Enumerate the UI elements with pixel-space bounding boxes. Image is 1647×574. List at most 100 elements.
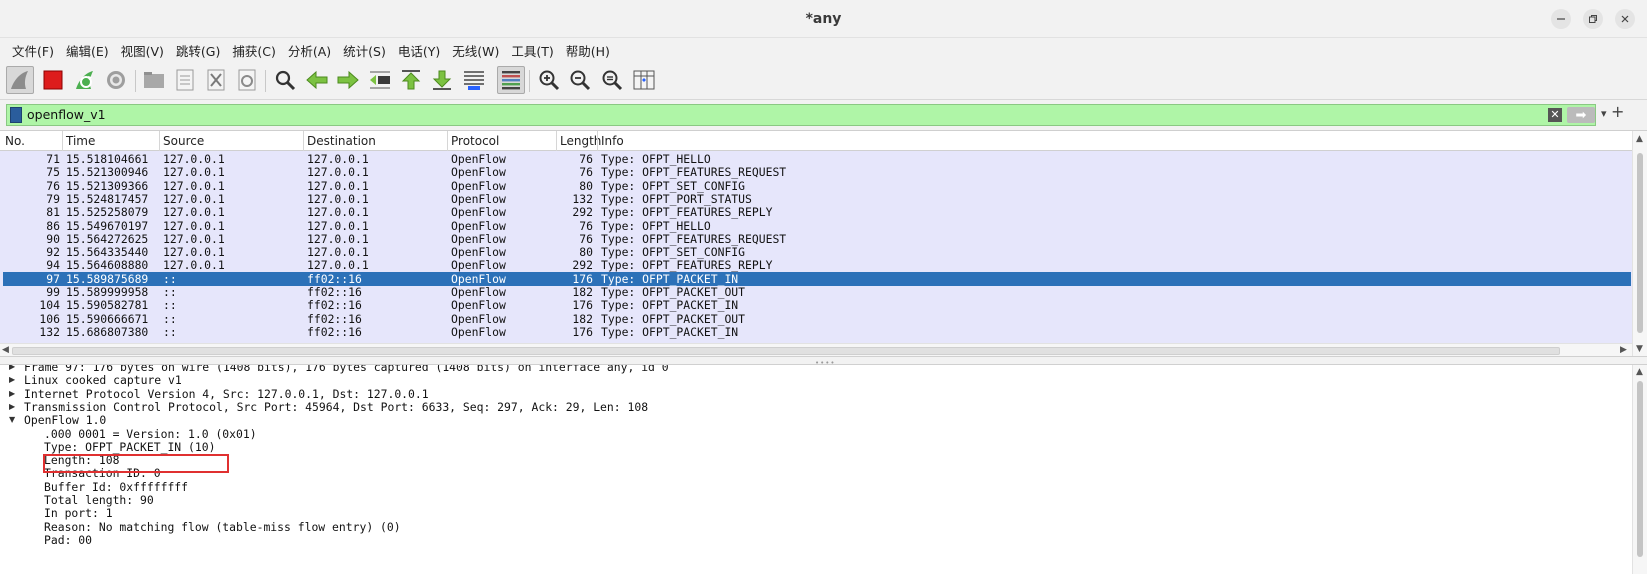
menu-item-7[interactable]: 电话(Y) [392, 41, 446, 60]
column-separator[interactable] [597, 131, 598, 151]
minimize-button[interactable] [1551, 9, 1571, 29]
packet-list-horizontal-scrollbar[interactable]: ◀ ▶ [0, 343, 1632, 357]
detail-section[interactable]: Transmission Control Protocol, Src Port:… [24, 400, 648, 414]
go-first-packet-icon [401, 70, 421, 90]
go-last-packet-button[interactable] [428, 66, 456, 94]
menu-item-5[interactable]: 分析(A) [282, 41, 337, 60]
column-header-protocol[interactable]: Protocol [451, 134, 499, 148]
chevron-right-icon[interactable]: ▶ [9, 387, 17, 401]
save-file-button[interactable] [171, 66, 199, 94]
detail-field[interactable]: Pad: 00 [44, 533, 92, 547]
resize-columns-button[interactable] [630, 66, 658, 94]
scroll-right-icon[interactable]: ▶ [1620, 345, 1627, 355]
menu-item-4[interactable]: 捕获(C) [226, 41, 281, 60]
column-header-no[interactable]: No. [5, 134, 25, 148]
table-row[interactable]: 75 15.521300946 127.0.0.1 127.0.0.1 OpenFlow… [3, 165, 1631, 179]
table-row[interactable]: 79 15.524817457 127.0.0.1 127.0.0.1 OpenFlow… [3, 192, 1631, 206]
chevron-down-icon[interactable]: ▼ [9, 413, 17, 427]
reload-file-button[interactable] [233, 66, 261, 94]
stop-capture-button[interactable] [39, 66, 67, 94]
detail-section[interactable]: Linux cooked capture v1 [24, 373, 182, 387]
pane-splitter[interactable]: •••• [0, 356, 1647, 367]
packet-details-vertical-scrollbar[interactable]: ▲ [1632, 365, 1647, 574]
scroll-left-icon[interactable]: ◀ [2, 345, 9, 355]
column-separator[interactable] [303, 131, 304, 151]
detail-field[interactable]: Reason: No matching flow (table-miss flo… [44, 520, 401, 534]
detail-field[interactable]: .000 0001 = Version: 1.0 (0x01) [44, 427, 257, 441]
table-row[interactable]: 71 15.518104661 127.0.0.1 127.0.0.1 OpenFlow… [3, 152, 1631, 166]
table-row[interactable]: 104 15.590582781:: ff02::16 OpenFlow 176 Type… [3, 298, 1631, 312]
column-header-source[interactable]: Source [163, 134, 204, 148]
chevron-right-icon[interactable]: ▶ [9, 400, 17, 414]
table-row[interactable]: 99 15.589999958:: ff02::16 OpenFlow 182 Type:… [3, 285, 1631, 299]
packet-protocol: OpenFlow [451, 324, 506, 339]
vertical-scroll-thumb[interactable] [1637, 381, 1643, 557]
go-back-button[interactable] [303, 66, 331, 94]
packet-list-vertical-scrollbar[interactable]: ▲ ▼ [1632, 131, 1647, 357]
detail-field[interactable]: In port: 1 [44, 506, 113, 520]
horizontal-scroll-thumb[interactable] [12, 347, 1560, 355]
menu-item-6[interactable]: 统计(S) [337, 41, 392, 60]
filter-text[interactable]: openflow_v1 [27, 107, 106, 122]
colorize-button[interactable] [497, 66, 525, 94]
table-row[interactable]: 86 15.549670197 127.0.0.1 127.0.0.1 OpenFlow… [3, 219, 1631, 233]
table-row[interactable]: 92 15.564335440 127.0.0.1 127.0.0.1 OpenFlow… [3, 245, 1631, 259]
table-row[interactable]: 94 15.564608880 127.0.0.1 127.0.0.1 OpenFlow… [3, 258, 1631, 272]
column-separator[interactable] [556, 131, 557, 151]
maximize-button[interactable] [1583, 9, 1603, 29]
zoom-normal-button[interactable] [598, 66, 626, 94]
menu-item-2[interactable]: 视图(V) [115, 41, 170, 60]
menu-item-8[interactable]: 无线(W) [446, 41, 505, 60]
menu-item-3[interactable]: 跳转(G) [170, 41, 226, 60]
column-separator[interactable] [159, 131, 160, 151]
chevron-down-icon[interactable]: ▾ [1601, 107, 1607, 120]
scroll-down-icon[interactable]: ▼ [1636, 344, 1643, 354]
vertical-scroll-thumb[interactable] [1637, 153, 1643, 333]
menu-item-0[interactable]: 文件(F) [6, 41, 60, 60]
column-header-length[interactable]: Length [560, 134, 601, 148]
close-button[interactable] [1615, 9, 1635, 29]
table-row[interactable]: 90 15.564272625 127.0.0.1 127.0.0.1 OpenFlow… [3, 232, 1631, 246]
restart-capture-button[interactable] [71, 66, 99, 94]
scroll-up-icon[interactable]: ▲ [1636, 134, 1643, 144]
add-filter-button-plus-icon[interactable]: + [1611, 102, 1624, 121]
zoom-in-button[interactable] [535, 66, 563, 94]
filter-bookmark-icon[interactable] [10, 107, 22, 123]
table-row[interactable]: 81 15.525258079 127.0.0.1 127.0.0.1 OpenFlow… [3, 205, 1631, 219]
detail-section[interactable]: Internet Protocol Version 4, Src: 127.0.… [24, 387, 429, 401]
apply-filter-arrow-icon[interactable]: ➡ [1567, 107, 1595, 123]
column-header-destination[interactable]: Destination [307, 134, 376, 148]
table-row-selected[interactable]: 97 15.589875689:: ff02::16 OpenFlow 176 Type:… [3, 271, 1631, 286]
go-to-packet-button[interactable] [366, 66, 394, 94]
autoscroll-button[interactable] [460, 66, 488, 94]
detail-section[interactable]: OpenFlow 1.0 [24, 413, 106, 427]
table-row[interactable]: 106 15.590666671:: ff02::16 OpenFlow 182 Type… [3, 312, 1631, 326]
close-file-button[interactable] [202, 66, 230, 94]
column-separator[interactable] [62, 131, 63, 151]
clear-filter-icon[interactable]: ✕ [1548, 108, 1562, 122]
detail-field[interactable]: Buffer Id: 0xffffffff [44, 480, 188, 494]
go-forward-button[interactable] [334, 66, 362, 94]
zoom-out-button[interactable] [566, 66, 594, 94]
go-first-packet-button[interactable] [397, 66, 425, 94]
detail-item-highlighted[interactable]: Type: OFPT_PACKET_IN (10) [44, 440, 215, 454]
capture-options-button[interactable] [102, 66, 130, 94]
chevron-right-icon[interactable]: ▶ [9, 373, 17, 387]
scroll-up-icon[interactable]: ▲ [1636, 367, 1643, 377]
table-row[interactable]: 132 15.686807380:: ff02::16 OpenFlow 176 Type… [3, 325, 1631, 339]
start-capture-button[interactable] [6, 66, 34, 94]
detail-field[interactable]: Total length: 90 [44, 493, 154, 507]
packet-info: Type: OFPT_PACKET_OUT [601, 311, 746, 326]
table-row[interactable]: 76 15.521309366 127.0.0.1 127.0.0.1 OpenFlow… [3, 179, 1631, 193]
column-header-info[interactable]: Info [601, 134, 624, 148]
packet-time: 15.590666671 [66, 311, 149, 326]
open-file-button[interactable] [140, 66, 168, 94]
find-packet-button[interactable] [271, 66, 299, 94]
menu-item-1[interactable]: 编辑(E) [60, 41, 115, 60]
menu-item-10[interactable]: 帮助(H) [560, 41, 616, 60]
display-filter-input[interactable]: openflow_v1 ✕ ➡ ▾ [6, 104, 1607, 126]
menu-item-9[interactable]: 工具(T) [505, 41, 559, 60]
column-separator[interactable] [447, 131, 448, 151]
packet-destination: ff02::16 [307, 271, 362, 286]
column-header-time[interactable]: Time [66, 134, 95, 148]
